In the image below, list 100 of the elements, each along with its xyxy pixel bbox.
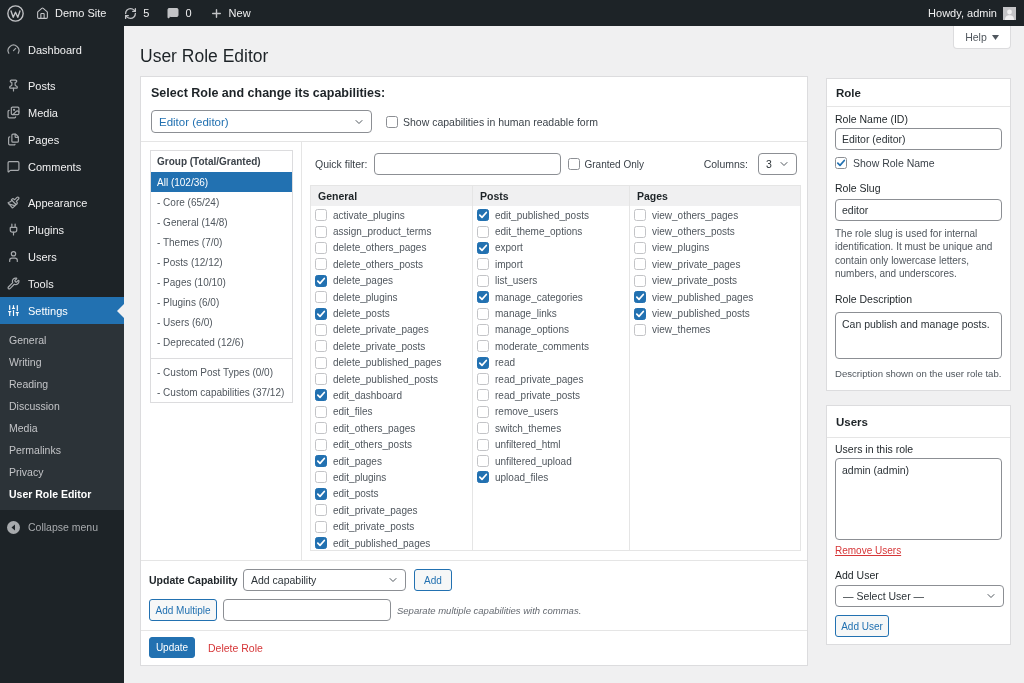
submenu-item[interactable]: Media	[0, 417, 124, 439]
user-select[interactable]: — Select User —	[835, 585, 1004, 608]
capabilities-input[interactable]	[223, 599, 391, 621]
checkbox[interactable]	[477, 274, 489, 287]
checkbox[interactable]	[477, 209, 489, 222]
checkbox[interactable]	[477, 356, 489, 369]
checkbox[interactable]	[315, 389, 327, 402]
sidebar-item[interactable]: Appearance	[0, 189, 124, 216]
checkbox[interactable]	[315, 356, 327, 369]
role-description-field[interactable]: Can publish and manage posts.	[835, 312, 1002, 360]
submenu-item[interactable]: General	[0, 329, 124, 351]
delete-role-link[interactable]: Delete Role	[208, 641, 263, 654]
update-button[interactable]: Update	[149, 637, 195, 658]
checkbox[interactable]	[634, 225, 646, 238]
checkbox[interactable]	[315, 258, 327, 271]
checkbox[interactable]	[634, 323, 646, 336]
checkbox[interactable]	[315, 487, 327, 500]
checkbox[interactable]	[477, 307, 489, 320]
group-item[interactable]: - Users (6/0)	[151, 312, 292, 332]
checkbox[interactable]	[477, 241, 489, 254]
role-select[interactable]: Editor (editor)	[151, 110, 372, 133]
checkbox[interactable]	[634, 291, 646, 304]
checkbox[interactable]	[835, 157, 847, 169]
add-user-button[interactable]: Add User	[835, 615, 889, 638]
checkbox[interactable]	[477, 405, 489, 418]
checkbox[interactable]	[315, 438, 327, 451]
columns-select[interactable]: 3	[758, 153, 797, 175]
checkbox[interactable]	[315, 471, 327, 484]
group-item[interactable]: - Pages (10/10)	[151, 272, 292, 292]
submenu-item[interactable]: Discussion	[0, 395, 124, 417]
checkbox[interactable]	[315, 405, 327, 418]
sidebar-item[interactable]: Posts	[0, 72, 124, 99]
quick-filter-input[interactable]	[373, 153, 561, 175]
comments-link[interactable]: 0	[167, 7, 192, 19]
checkbox[interactable]	[477, 438, 489, 451]
sidebar-item[interactable]: Dashboard	[0, 36, 124, 63]
group-item[interactable]: - Posts (12/12)	[151, 252, 292, 272]
new-link[interactable]: New	[209, 6, 251, 20]
checkbox[interactable]	[315, 504, 327, 517]
checkbox[interactable]	[477, 225, 489, 238]
checkbox[interactable]	[477, 389, 489, 402]
avatar-icon[interactable]	[1003, 6, 1016, 20]
checkbox[interactable]	[315, 323, 327, 336]
checkbox[interactable]	[477, 422, 489, 435]
collapse-menu-button[interactable]: Collapse menu	[0, 515, 124, 539]
users-list[interactable]: admin (admin)	[835, 458, 1002, 541]
checkbox[interactable]	[477, 373, 489, 386]
group-item[interactable]: - General (14/8)	[151, 212, 292, 232]
remove-users-link[interactable]: Remove Users	[835, 545, 902, 557]
checkbox[interactable]	[315, 241, 327, 254]
checkbox[interactable]	[634, 209, 646, 222]
checkbox[interactable]	[634, 307, 646, 320]
sidebar-item[interactable]: Users	[0, 243, 124, 270]
checkbox[interactable]	[315, 340, 327, 353]
checkbox[interactable]	[315, 455, 327, 468]
checkbox[interactable]	[315, 274, 327, 287]
group-item[interactable]: - Core (65/24)	[151, 192, 292, 212]
help-button[interactable]: Help	[953, 26, 1011, 49]
add-multiple-button[interactable]: Add Multiple	[149, 599, 217, 621]
submenu-item[interactable]: Permalinks	[0, 439, 124, 461]
submenu-item[interactable]: Privacy	[0, 461, 124, 483]
checkbox[interactable]	[315, 225, 327, 238]
capability-select[interactable]: Add capability	[243, 569, 406, 591]
checkbox[interactable]	[315, 422, 327, 435]
group-item[interactable]: - Plugins (6/0)	[151, 292, 292, 312]
checkbox[interactable]	[315, 520, 327, 533]
sidebar-item[interactable]: Settings	[0, 297, 124, 324]
checkbox[interactable]	[634, 258, 646, 271]
checkbox[interactable]	[477, 323, 489, 336]
group-item[interactable]: All (102/36)	[151, 172, 292, 192]
checkbox[interactable]	[315, 307, 327, 320]
updates-link[interactable]: 5	[124, 6, 150, 20]
checkbox[interactable]	[386, 115, 398, 128]
sidebar-item[interactable]: Tools	[0, 270, 124, 297]
group-item[interactable]: - Custom capabilities (37/12)	[151, 382, 292, 402]
checkbox[interactable]	[315, 373, 327, 386]
checkbox[interactable]	[477, 340, 489, 353]
checkbox[interactable]	[634, 274, 646, 287]
checkbox[interactable]	[634, 241, 646, 254]
group-item[interactable]: - Custom Post Types (0/0)	[151, 362, 292, 382]
checkbox[interactable]	[477, 471, 489, 484]
checkbox[interactable]	[477, 455, 489, 468]
logo-icon[interactable]	[7, 4, 24, 22]
sidebar-item[interactable]: Comments	[0, 153, 124, 180]
checkbox[interactable]	[315, 537, 327, 549]
add-button[interactable]: Add	[414, 569, 452, 591]
role-slug-field[interactable]: editor	[835, 199, 1002, 221]
submenu-item[interactable]: User Role Editor	[0, 483, 124, 505]
group-item[interactable]: - Deprecated (12/6)	[151, 332, 292, 352]
sidebar-item[interactable]: Media	[0, 99, 124, 126]
checkbox[interactable]	[567, 158, 580, 170]
checkbox[interactable]	[477, 258, 489, 271]
submenu-item[interactable]: Writing	[0, 351, 124, 373]
sidebar-item[interactable]: Pages	[0, 126, 124, 153]
role-name-field[interactable]: Editor (editor)	[835, 128, 1002, 150]
submenu-item[interactable]: Reading	[0, 373, 124, 395]
account-link[interactable]: Howdy, admin	[928, 6, 1016, 20]
group-item[interactable]: - Themes (7/0)	[151, 232, 292, 252]
site-name-link[interactable]: Demo Site	[36, 6, 107, 20]
checkbox[interactable]	[315, 209, 327, 222]
